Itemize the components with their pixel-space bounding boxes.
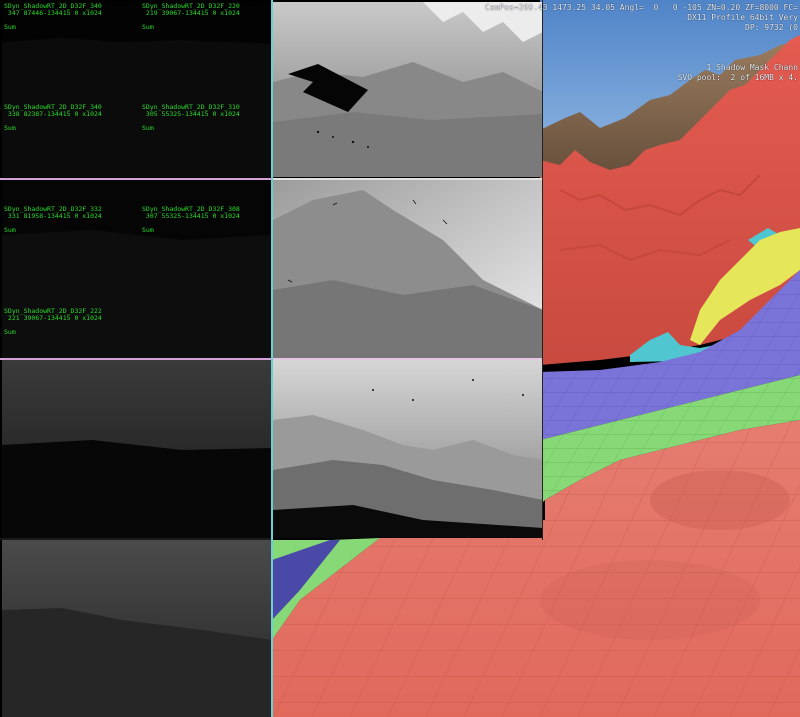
hud-drawcalls: DP: 9732 (0: [745, 23, 798, 32]
rt-label: SDyn_ShadowRT_2D_D32F_220 219 39067-1344…: [142, 2, 240, 31]
rt-label: SDyn_ShadowRT_2D_D32F_340 338 82387-1344…: [4, 103, 102, 132]
rt-label: SDyn_ShadowRT_2D_D32F_340 347 87446-1344…: [4, 2, 102, 31]
rt-label: SDyn_ShadowRT_2D_D32F_310 305 55325-1344…: [142, 103, 240, 132]
hud-shadow-mask: 1 Shadow Mask Chann: [706, 63, 798, 72]
shadow-depth-panel-3: [273, 360, 543, 538]
shadow-depth-panel-1: [273, 2, 543, 177]
shadow-rt-panel-4: [2, 540, 272, 717]
divider: [272, 358, 543, 360]
divider: [0, 178, 272, 180]
hud-profile: DX11 Profile 64bit Very: [687, 13, 798, 22]
divider: [542, 0, 543, 540]
divider: [272, 178, 543, 180]
divider: [0, 358, 272, 360]
rt-label: SDyn_ShadowRT_2D_D32F_308 307 55325-1344…: [142, 205, 240, 234]
game-viewport: SDyn_ShadowRT_2D_D32F_340 347 87446-1344…: [0, 0, 800, 717]
rt-label: SDyn_ShadowRT_2D_D32F_332 331 81958-1344…: [4, 205, 102, 234]
shadow-rt-panel-3: [2, 360, 272, 538]
shadow-depth-panel-2: [273, 180, 543, 358]
hud-campos: CamPos=269.43 1473.25 34.05 Angl= 0 0 -1…: [484, 3, 798, 12]
hud-svo-pool: SVO pool: 2 of 16MB x 4.: [677, 73, 798, 82]
rt-label: SDyn_ShadowRT_2D_D32F_222 221 39067-1344…: [4, 307, 102, 336]
divider: [271, 0, 273, 717]
divider: [0, 538, 272, 540]
